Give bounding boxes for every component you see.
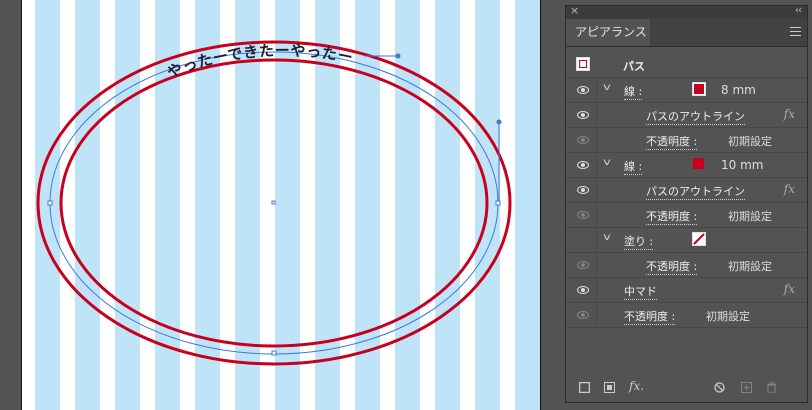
opacity-value: 初期設定 <box>728 210 772 223</box>
panel-footer: fx. <box>566 374 807 402</box>
chevron-down-icon[interactable]: v <box>603 82 611 93</box>
stroke-color-swatch[interactable] <box>692 82 706 96</box>
opacity-value: 初期設定 <box>706 310 750 323</box>
appearance-row-opacity-2[interactable]: 不透明度 : 初期設定 <box>566 203 807 228</box>
eye-icon[interactable] <box>577 311 589 319</box>
appearance-row-opacity-4[interactable]: 不透明度 : 初期設定 <box>566 303 807 328</box>
row-label[interactable]: 不透明度 : <box>646 258 698 275</box>
appearance-row-path[interactable]: パス <box>566 53 807 78</box>
chevron-down-icon[interactable]: v <box>603 157 611 168</box>
row-label: パス <box>623 60 645 73</box>
fx-icon[interactable]: fx <box>784 182 795 196</box>
appearance-row-stroke-1[interactable]: v 線 : 8 mm <box>566 78 807 103</box>
tab-bar: アピアランス <box>566 19 807 47</box>
eye-icon[interactable] <box>577 136 589 144</box>
appearance-panel: × ‹‹ アピアランス パス v 線 : 8 mm パスのアウトライン fx 不… <box>565 4 808 403</box>
chevron-down-icon[interactable]: v <box>603 232 611 243</box>
stripe <box>75 0 100 410</box>
row-label[interactable]: 塗り : <box>624 233 654 250</box>
stripe <box>515 0 540 410</box>
opacity-value: 初期設定 <box>728 260 772 273</box>
path-thumbnail-icon <box>576 57 590 71</box>
panel-title-bar[interactable]: × ‹‹ <box>566 4 807 19</box>
row-label[interactable]: 不透明度 : <box>624 308 676 325</box>
text-path-handle[interactable] <box>395 53 401 59</box>
row-label[interactable]: 線 : <box>624 83 643 100</box>
row-label[interactable]: パスのアウトライン <box>646 183 745 200</box>
row-label[interactable]: 不透明度 : <box>646 208 698 225</box>
canvas-area[interactable]: やったーできたーやったー <box>0 0 560 410</box>
eye-icon[interactable] <box>577 211 589 219</box>
eye-icon[interactable] <box>577 261 589 269</box>
tab-appearance[interactable]: アピアランス <box>566 19 650 46</box>
appearance-row-pathfinder[interactable]: 中マド fx <box>566 278 807 303</box>
stroke-width-value[interactable]: 8 mm <box>721 83 756 97</box>
stripe <box>395 0 420 410</box>
no-fill-swatch-icon[interactable] <box>692 232 706 246</box>
opacity-value: 初期設定 <box>728 135 772 148</box>
appearance-row-opacity-3[interactable]: 不透明度 : 初期設定 <box>566 253 807 278</box>
close-icon[interactable]: × <box>570 4 579 17</box>
center-point <box>271 200 276 205</box>
duplicate-item-icon[interactable] <box>741 382 752 396</box>
fx-icon[interactable]: fx <box>784 107 795 121</box>
artwork[interactable]: やったーできたーやったー <box>22 0 540 410</box>
add-new-stroke-icon[interactable] <box>578 381 591 396</box>
fx-icon[interactable]: fx <box>784 282 795 296</box>
trash-icon[interactable] <box>766 382 777 396</box>
row-label[interactable]: 線 : <box>624 158 643 175</box>
collapse-icon[interactable]: ‹‹ <box>795 5 802 16</box>
row-label[interactable]: 不透明度 : <box>646 133 698 150</box>
appearance-row-opacity-1[interactable]: 不透明度 : 初期設定 <box>566 128 807 153</box>
anchor-left[interactable] <box>47 200 53 206</box>
anchor-bottom[interactable] <box>271 350 277 356</box>
artboard[interactable]: やったーできたーやったー <box>22 0 540 410</box>
panel-menu-icon[interactable] <box>790 27 801 39</box>
stripe <box>115 0 140 410</box>
eye-icon[interactable] <box>577 86 589 94</box>
add-new-fill-icon[interactable] <box>604 382 615 396</box>
row-label[interactable]: 中マド <box>624 283 657 300</box>
stroke-color-swatch[interactable] <box>692 157 706 171</box>
clear-appearance-icon[interactable] <box>714 382 725 396</box>
direction-handle[interactable] <box>496 119 502 125</box>
appearance-row-effect-2[interactable]: パスのアウトライン fx <box>566 178 807 203</box>
row-label[interactable]: パスのアウトライン <box>646 108 745 125</box>
add-effect-icon[interactable]: fx. <box>629 379 644 393</box>
eye-icon[interactable] <box>577 286 589 294</box>
eye-icon[interactable] <box>577 111 589 119</box>
stripe <box>435 0 460 410</box>
stroke-width-value[interactable]: 10 mm <box>721 158 763 172</box>
eye-icon[interactable] <box>577 186 589 194</box>
eye-icon[interactable] <box>577 161 589 169</box>
appearance-row-effect-1[interactable]: パスのアウトライン fx <box>566 103 807 128</box>
appearance-row-stroke-2[interactable]: v 線 : 10 mm <box>566 153 807 178</box>
appearance-row-fill[interactable]: v 塗り : <box>566 228 807 253</box>
anchor-right[interactable] <box>495 200 501 206</box>
